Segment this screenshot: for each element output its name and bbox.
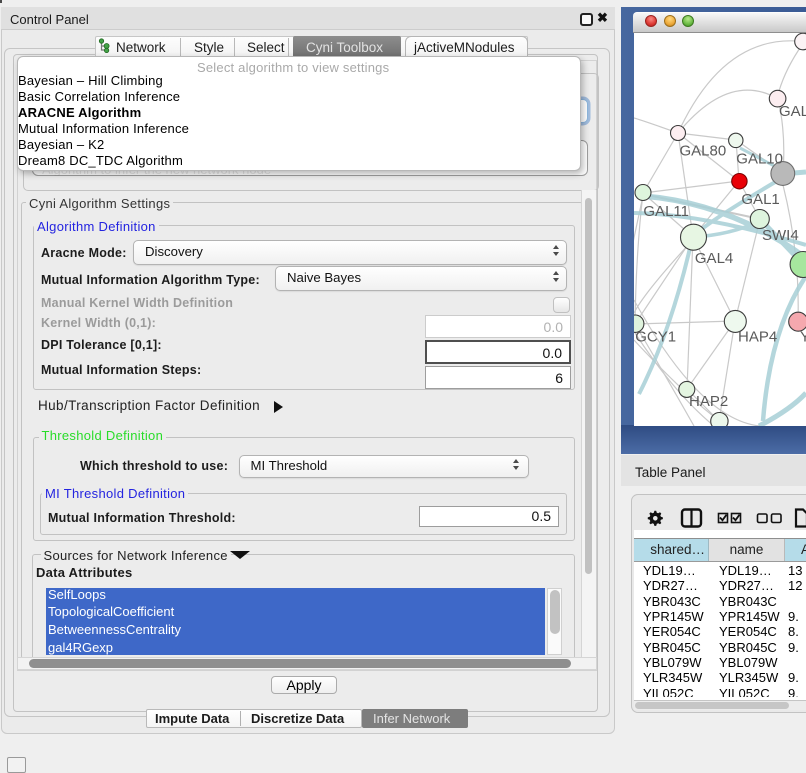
svg-text:GCY1: GCY1 (635, 329, 676, 346)
svg-text:GAL7: GAL7 (779, 103, 806, 120)
svg-text:GAL80: GAL80 (680, 143, 727, 160)
svg-text:GAL10: GAL10 (736, 151, 783, 168)
svg-text:GAL1: GAL1 (741, 191, 779, 208)
svg-text:GAL11: GAL11 (643, 203, 689, 220)
svg-text:HAP2: HAP2 (689, 393, 728, 410)
svg-text:HAP4: HAP4 (738, 329, 777, 346)
svg-text:SWI4: SWI4 (762, 227, 799, 244)
svg-text:GAL4: GAL4 (695, 250, 733, 267)
svg-text:Y: Y (800, 329, 806, 346)
